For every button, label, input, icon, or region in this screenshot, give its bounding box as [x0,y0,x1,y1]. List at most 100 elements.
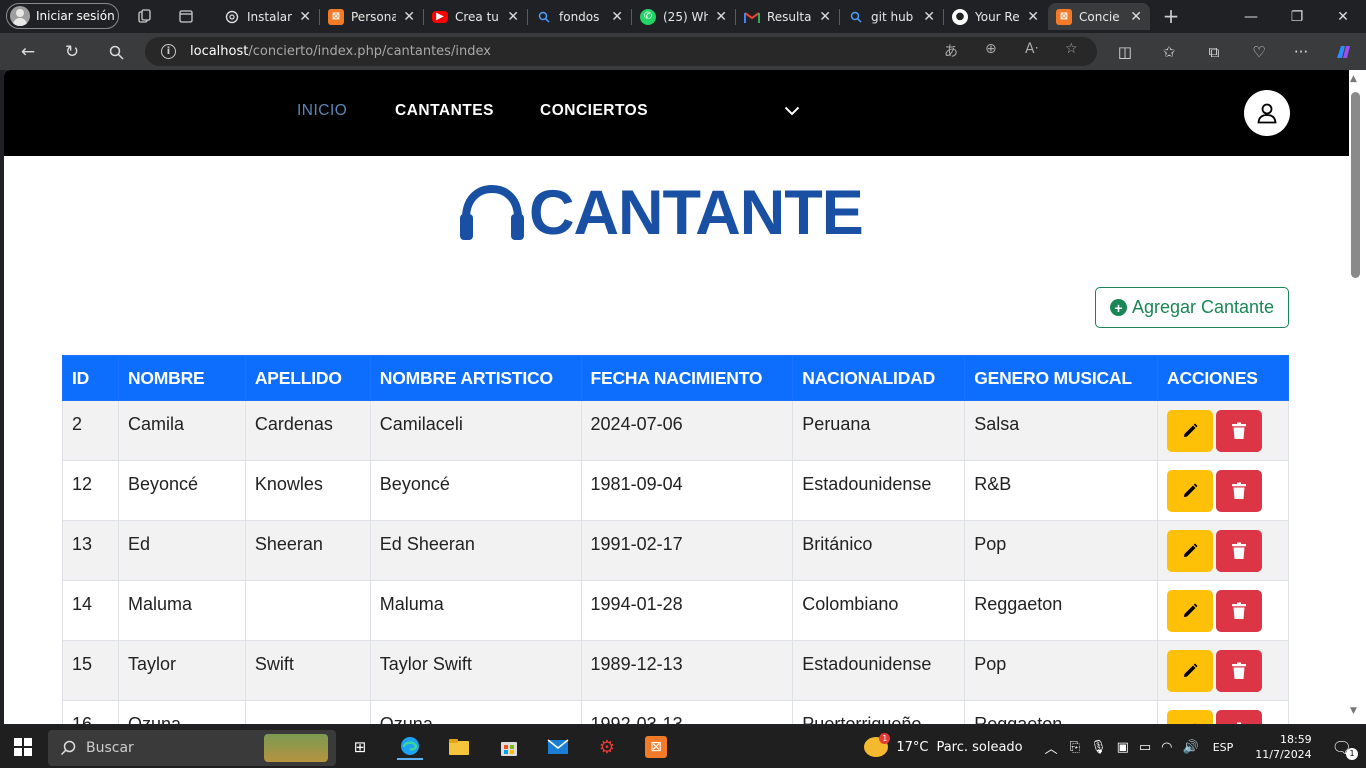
table-cell [244,580,371,641]
favorites-icon[interactable]: ✩ [1158,41,1180,63]
new-tab-icon[interactable]: + [1162,4,1180,28]
app-icon[interactable]: ⚙ [594,734,620,760]
tab-title: Crea tu [455,9,499,24]
clock-date: 11/7/2024 [1255,748,1312,761]
delete-button[interactable] [1216,410,1262,452]
edit-button[interactable] [1167,410,1213,452]
browser-tab[interactable]: ⊠ Persona ✕ [320,3,423,30]
close-tab-icon[interactable]: ✕ [507,9,519,25]
close-tab-icon[interactable]: ✕ [1027,9,1039,25]
chevron-down-icon[interactable] [784,100,800,121]
edit-button[interactable] [1167,650,1213,692]
plus-circle-icon: + [1109,299,1127,316]
browser-essentials-icon[interactable]: ♡ [1248,41,1270,63]
scroll-down-icon[interactable]: ▼ [1350,706,1357,716]
restore-icon[interactable]: ❐ [1274,0,1320,33]
search-icon[interactable] [104,40,128,64]
nav-link-conciertos[interactable]: CONCIERTOS [540,102,648,120]
table-row: 14 Maluma Maluma 1994-01-28 Colombiano Reggae… [62,580,1289,641]
close-window-icon[interactable]: ✕ [1320,0,1366,33]
browser-tab[interactable]: fondos ✕ [528,3,631,30]
close-tab-icon[interactable]: ✕ [715,9,727,25]
user-account-button[interactable] [1244,90,1290,136]
windows-start-icon[interactable] [14,738,32,756]
scroll-up-icon[interactable]: ▲ [1350,74,1357,84]
scrollbar-thumb[interactable] [1351,92,1360,278]
weather-temp[interactable]: 17°C [896,740,928,755]
browser-tab[interactable]: Instalar ✕ [216,3,319,30]
settings-more-icon[interactable]: ··· [1290,41,1312,63]
close-tab-icon[interactable]: ✕ [923,9,935,25]
site-info-icon[interactable]: i [161,44,176,59]
table-cell: Salsa [964,400,1158,461]
table-cell: Camilaceli [369,400,582,461]
actions-cell [1157,700,1289,724]
nav-link-cantantes[interactable]: CANTANTES [395,102,494,120]
actions-cell [1157,640,1289,701]
browser-tab[interactable]: Resulta ✕ [736,3,839,30]
close-tab-icon[interactable]: ✕ [299,9,311,25]
delete-button[interactable] [1216,650,1262,692]
browser-tab[interactable]: ● Your Re ✕ [944,3,1047,30]
delete-button[interactable] [1216,530,1262,572]
pencil-icon [1181,722,1199,724]
camera-icon[interactable]: ⎘ [1070,740,1080,755]
delete-button[interactable] [1216,710,1262,724]
edit-button[interactable] [1167,530,1213,572]
translate-icon[interactable]: あ [944,41,958,61]
actions-cell [1157,580,1289,641]
close-tab-icon[interactable]: ✕ [1130,9,1142,25]
notifications-icon[interactable]: 🗨 1 [1332,738,1358,760]
close-tab-icon[interactable]: ✕ [611,9,623,25]
store-icon[interactable] [496,734,522,760]
weather-icon[interactable]: 1 [864,733,891,757]
task-view-icon[interactable]: ⊞ [347,734,373,760]
volume-icon[interactable]: 🔊 [1183,740,1199,755]
minimize-icon[interactable]: — [1228,0,1274,33]
weather-desc[interactable]: Parc. soleado [936,740,1022,755]
add-button-label: Agregar Cantante [1131,297,1275,317]
read-aloud-icon[interactable]: Aᐧ [1025,41,1038,57]
microphone-icon[interactable]: 🎙 [1090,740,1107,755]
favorite-star-icon[interactable]: ☆ [1065,41,1078,57]
browser-tab[interactable]: ✆ (25) Wh ✕ [632,3,735,30]
xampp-icon[interactable]: ⊠ [643,734,669,760]
display-icon[interactable]: ▣ [1117,740,1129,755]
chevron-up-icon[interactable]: ︿ [1045,738,1058,757]
battery-icon[interactable]: ▭ [1139,740,1151,755]
wifi-icon[interactable]: ◠ [1161,740,1172,755]
close-tab-icon[interactable]: ✕ [403,9,415,25]
browser-tab-active[interactable]: ⊠ Concie ✕ [1048,3,1150,30]
table-cell: Knowles [244,460,371,521]
column-header: NACIONALIDAD [792,355,966,401]
copilot-icon[interactable] [1332,41,1354,63]
edit-button[interactable] [1167,710,1213,724]
language-indicator[interactable]: ESP [1213,741,1234,754]
taskbar-search[interactable]: Buscar [48,730,336,766]
delete-button[interactable] [1216,470,1262,512]
profile-button[interactable]: Iniciar sesión [6,3,119,29]
workspaces-icon[interactable] [136,7,154,25]
add-singer-button[interactable]: + Agregar Cantante [1095,287,1289,328]
tab-actions-icon[interactable] [177,7,195,25]
mail-icon[interactable] [545,734,571,760]
clock[interactable]: 18:59 11/7/2024 [1255,732,1311,762]
collections-icon[interactable]: ⧉ [1203,41,1225,63]
file-explorer-icon[interactable] [446,734,472,760]
browser-tab[interactable]: git hub ✕ [840,3,943,30]
actions-cell [1157,520,1289,581]
browser-toolbar: ← ↻ i localhost/concierto/index.php/cant… [0,33,1366,70]
edge-icon[interactable] [397,734,423,760]
browser-tab-strip: Iniciar sesión Instalar ✕ ⊠ Persona ✕ ▶ Cr… [0,0,1366,33]
browser-tab[interactable]: ▶ Crea tu ✕ [424,3,527,30]
edit-button[interactable] [1167,470,1213,512]
delete-button[interactable] [1216,590,1262,632]
split-screen-icon[interactable]: ◫ [1114,41,1136,63]
close-tab-icon[interactable]: ✕ [819,9,831,25]
reload-icon[interactable]: ↻ [60,40,84,64]
back-icon[interactable]: ← [16,40,40,64]
nav-link-inicio[interactable]: INICIO [297,102,347,120]
edit-button[interactable] [1167,590,1213,632]
zoom-icon[interactable]: ⊕ [985,41,997,57]
tab-title: Instalar [247,9,293,24]
